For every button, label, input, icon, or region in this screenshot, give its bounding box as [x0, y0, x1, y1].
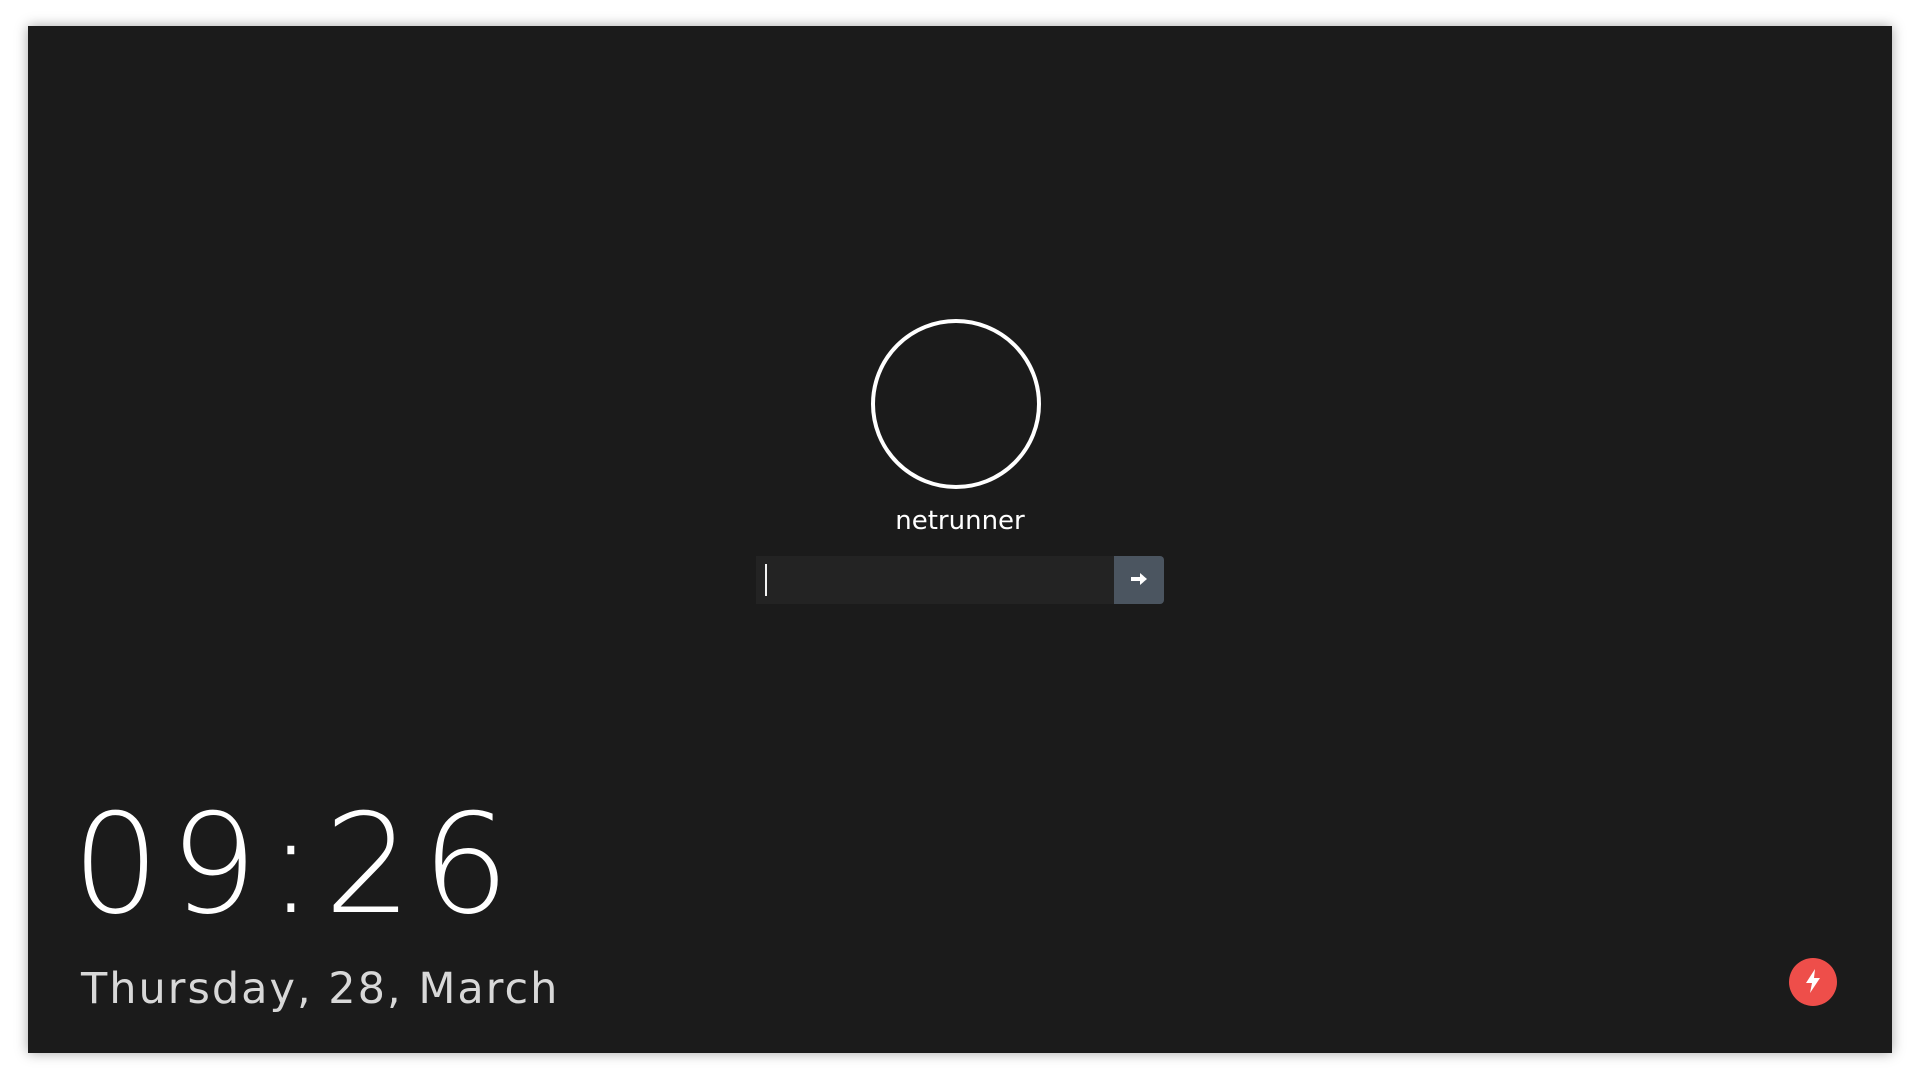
arrow-right-icon [1130, 572, 1148, 589]
clock-date: Thursday, 28, March [81, 964, 560, 1014]
login-form [756, 556, 1164, 604]
clock-time: 09:26 [72, 784, 520, 945]
power-bolt-icon [1803, 968, 1823, 997]
lock-screen: netrunner 09:26 Thursday, 28, March [28, 26, 1892, 1053]
text-caret [765, 564, 767, 596]
login-submit-button[interactable] [1114, 556, 1164, 604]
power-button[interactable] [1789, 958, 1837, 1006]
user-avatar [871, 319, 1041, 489]
username-label: netrunner [895, 506, 1025, 536]
password-input[interactable] [756, 556, 1114, 604]
